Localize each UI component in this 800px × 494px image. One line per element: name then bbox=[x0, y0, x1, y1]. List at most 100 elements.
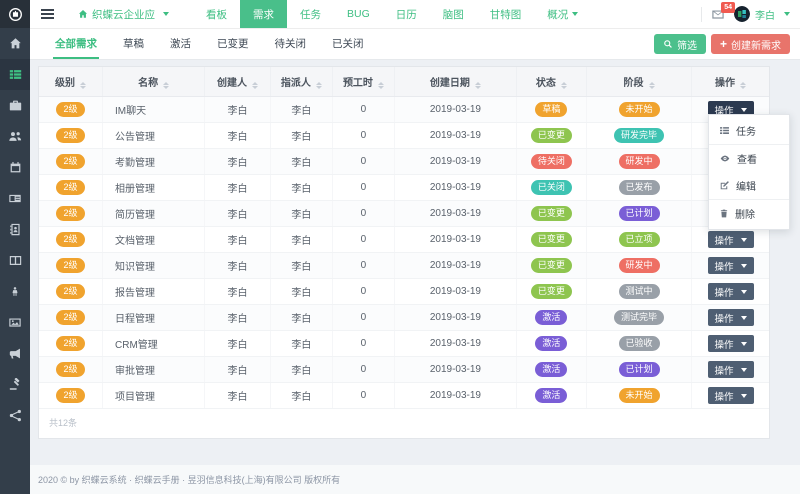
assignee-cell: 李白 bbox=[270, 304, 333, 331]
action-dropdown-menu: 任务 查看 编辑 删除 bbox=[708, 114, 790, 230]
created-date-cell: 2019-03-19 bbox=[394, 148, 517, 175]
nav-item-overview[interactable]: 概况 bbox=[534, 0, 591, 28]
sidebar-item-th-list[interactable] bbox=[0, 59, 30, 90]
tab-changed[interactable]: 已变更 bbox=[215, 29, 251, 59]
tab-to-close[interactable]: 待关闭 bbox=[273, 29, 309, 59]
sidebar-item-bullhorn[interactable] bbox=[0, 338, 30, 369]
creator-cell: 李白 bbox=[204, 304, 271, 331]
created-date-cell: 2019-03-19 bbox=[394, 200, 517, 227]
column-header[interactable]: 指派人 bbox=[270, 67, 333, 97]
column-header[interactable]: 预工时 bbox=[332, 67, 395, 97]
chevron-down-icon bbox=[740, 367, 747, 372]
sort-icon[interactable] bbox=[315, 82, 322, 89]
status-badge: 已变更 bbox=[530, 205, 572, 222]
column-header[interactable]: 阶段 bbox=[586, 67, 693, 97]
chevron-down-icon bbox=[784, 12, 790, 16]
nav-item-requirements[interactable]: 需求 bbox=[240, 0, 287, 28]
menu-item-view[interactable]: 查看 bbox=[709, 145, 789, 172]
nav-item-calendar[interactable]: 日历 bbox=[383, 0, 430, 28]
menu-item-delete[interactable]: 删除 bbox=[709, 200, 789, 227]
column-header[interactable]: 创建日期 bbox=[394, 67, 517, 97]
primary-nav: 看板 需求 任务 BUG 日历 脑图 甘特图 概况 bbox=[193, 0, 591, 28]
filter-button[interactable]: 筛选 bbox=[653, 34, 706, 54]
sidebar-item-address-book[interactable] bbox=[0, 214, 30, 245]
stage-badge: 研发中 bbox=[618, 257, 660, 274]
share-alt-icon bbox=[9, 409, 22, 422]
row-action-button[interactable]: 操作 bbox=[707, 231, 754, 248]
sidebar-item-male[interactable] bbox=[0, 276, 30, 307]
notification-count-badge: 54 bbox=[721, 1, 735, 13]
assignee-cell: 李白 bbox=[270, 382, 333, 409]
tab-active[interactable]: 激活 bbox=[168, 29, 193, 59]
chevron-down-icon bbox=[740, 107, 747, 112]
status-badge: 激活 bbox=[535, 309, 568, 326]
column-header[interactable]: 操作 bbox=[691, 67, 769, 97]
sidebar-item-briefcase[interactable] bbox=[0, 90, 30, 121]
nav-item-tasks[interactable]: 任务 bbox=[287, 0, 334, 28]
tab-closed[interactable]: 已关闭 bbox=[330, 29, 366, 59]
sidebar-item-id-card[interactable] bbox=[0, 183, 30, 214]
sidebar-item-users[interactable] bbox=[0, 121, 30, 152]
sort-icon[interactable] bbox=[163, 82, 170, 89]
created-date-cell: 2019-03-19 bbox=[394, 278, 517, 305]
table-row: 2级 简历管理 李白 李白 0 2019-03-19 已变更 已计划 操作 bbox=[39, 200, 769, 227]
tab-draft[interactable]: 草稿 bbox=[121, 29, 146, 59]
sort-icon[interactable] bbox=[377, 82, 384, 89]
notifications-button[interactable]: 54 bbox=[711, 1, 735, 21]
column-header[interactable]: 创建人 bbox=[204, 67, 271, 97]
row-action-button[interactable]: 操作 bbox=[707, 335, 754, 352]
level-badge: 2级 bbox=[56, 309, 85, 326]
divider bbox=[701, 6, 702, 22]
sidebar-item-image[interactable] bbox=[0, 307, 30, 338]
nav-item-kanban[interactable]: 看板 bbox=[193, 0, 240, 28]
gavel-icon bbox=[9, 378, 22, 391]
table-row: 2级 考勤管理 李白 李白 0 2019-03-19 待关闭 研发中 操作 bbox=[39, 148, 769, 175]
menu-item-edit[interactable]: 编辑 bbox=[709, 172, 789, 199]
tab-all[interactable]: 全部需求 bbox=[53, 29, 99, 59]
requirement-name: 项目管理 bbox=[102, 382, 206, 409]
app-switcher[interactable]: 织蝶云企业应 bbox=[78, 0, 169, 28]
level-badge: 2级 bbox=[56, 205, 85, 222]
requirements-table: 级别 名称 创建人 指派人 预工时 创建日期 状态 阶段 操作 2级 IM聊天 李白 李白 0 … bbox=[39, 67, 769, 409]
requirement-name: 审批管理 bbox=[102, 356, 206, 383]
menu-item-task[interactable]: 任务 bbox=[709, 117, 789, 144]
sidebar-item-calendar[interactable] bbox=[0, 152, 30, 183]
hamburger-menu-icon[interactable] bbox=[39, 0, 56, 28]
row-action-button[interactable]: 操作 bbox=[707, 309, 754, 326]
trash-icon bbox=[719, 208, 729, 219]
level-badge: 2级 bbox=[56, 179, 85, 196]
nav-item-bug[interactable]: BUG bbox=[334, 0, 383, 28]
column-header[interactable]: 名称 bbox=[102, 67, 206, 97]
sort-icon[interactable] bbox=[648, 82, 655, 89]
status-badge: 已变更 bbox=[530, 283, 572, 300]
sort-icon[interactable] bbox=[80, 82, 86, 89]
row-action-button[interactable]: 操作 bbox=[707, 283, 754, 300]
top-navbar: 织蝶云企业应 看板 需求 任务 BUG 日历 脑图 甘特图 概况 54 李白 bbox=[30, 0, 800, 29]
sort-icon[interactable] bbox=[252, 82, 259, 89]
user-menu[interactable]: 李白 bbox=[734, 6, 790, 22]
nav-item-mindmap[interactable]: 脑图 bbox=[430, 0, 477, 28]
app-logo-icon[interactable] bbox=[0, 0, 30, 28]
requirement-name: 公告管理 bbox=[102, 122, 206, 149]
sort-icon[interactable] bbox=[560, 82, 567, 89]
create-requirement-button[interactable]: + 创建新需求 bbox=[710, 34, 790, 54]
column-header[interactable]: 状态 bbox=[516, 67, 587, 97]
sidebar-item-home[interactable] bbox=[0, 28, 30, 59]
level-badge: 2级 bbox=[56, 101, 85, 118]
chevron-down-icon bbox=[740, 341, 747, 346]
assignee-cell: 李白 bbox=[270, 96, 333, 123]
creator-cell: 李白 bbox=[204, 330, 271, 357]
row-action-button[interactable]: 操作 bbox=[707, 257, 754, 274]
column-header[interactable]: 级别 bbox=[39, 67, 103, 97]
row-action-button[interactable]: 操作 bbox=[707, 387, 754, 404]
sidebar-item-columns[interactable] bbox=[0, 245, 30, 276]
nav-item-gantt[interactable]: 甘特图 bbox=[477, 0, 535, 28]
filter-tabbar: 全部需求 草稿 激活 已变更 待关闭 已关闭 筛选 + 创建新需求 bbox=[30, 29, 800, 60]
sidebar-item-gavel[interactable] bbox=[0, 369, 30, 400]
sort-icon[interactable] bbox=[474, 82, 481, 89]
sort-icon[interactable] bbox=[740, 82, 747, 89]
requirement-name: 知识管理 bbox=[102, 252, 206, 279]
table-row: 2级 知识管理 李白 李白 0 2019-03-19 已变更 研发中 操作 bbox=[39, 252, 769, 279]
sidebar-item-share-alt[interactable] bbox=[0, 400, 30, 431]
row-action-button[interactable]: 操作 bbox=[707, 361, 754, 378]
